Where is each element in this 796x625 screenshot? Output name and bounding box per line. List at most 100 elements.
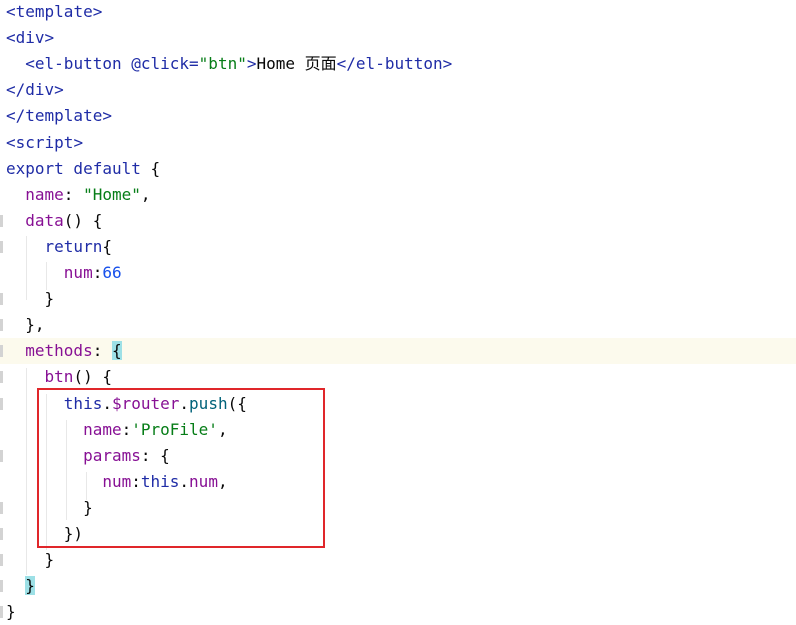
code-text: <template> bbox=[6, 0, 102, 25]
code-token: < bbox=[6, 54, 35, 74]
code-token: params bbox=[83, 445, 141, 465]
code-token: export default bbox=[6, 158, 151, 178]
code-token: this bbox=[63, 393, 103, 413]
indent-guide bbox=[46, 394, 47, 550]
code-token: "btn" bbox=[198, 54, 247, 74]
code-line[interactable]: return{ bbox=[0, 234, 796, 260]
code-token: > bbox=[442, 54, 453, 74]
code-token: . bbox=[179, 393, 190, 413]
code-editor[interactable]: <template> <div> <el-button @click="btn">… bbox=[0, 0, 796, 625]
code-token: > bbox=[102, 106, 112, 126]
code-token: . bbox=[179, 471, 190, 491]
code-text: name:'ProFile', bbox=[6, 417, 228, 443]
code-text: name: "Home", bbox=[6, 182, 150, 208]
code-line[interactable]: <div> bbox=[0, 25, 796, 51]
fold-marker-icon[interactable] bbox=[0, 397, 3, 410]
code-text: btn() { bbox=[6, 364, 112, 390]
code-token: { bbox=[150, 158, 161, 178]
fold-marker-icon[interactable] bbox=[0, 449, 3, 462]
fold-marker-icon[interactable] bbox=[0, 345, 3, 358]
code-token: , bbox=[217, 471, 228, 491]
code-text: }, bbox=[6, 312, 44, 338]
code-line[interactable]: } bbox=[0, 286, 796, 312]
code-token: num bbox=[102, 471, 132, 491]
code-text: }) bbox=[6, 521, 83, 547]
fold-marker-icon[interactable] bbox=[0, 240, 3, 253]
code-line[interactable]: params: { bbox=[0, 443, 796, 469]
code-line[interactable]: methods: { bbox=[0, 338, 796, 365]
fold-marker-icon[interactable] bbox=[0, 528, 3, 540]
indent-guide bbox=[26, 368, 27, 575]
indent-guide bbox=[86, 472, 87, 500]
code-line[interactable]: } bbox=[0, 599, 796, 625]
code-token: num bbox=[63, 263, 93, 282]
fold-marker-icon[interactable] bbox=[0, 606, 3, 619]
fold-marker-icon[interactable] bbox=[0, 371, 3, 384]
code-line[interactable]: this.$router.push({ bbox=[0, 391, 796, 417]
fold-marker-icon[interactable] bbox=[0, 554, 3, 567]
code-token: < bbox=[6, 28, 16, 48]
code-line[interactable]: </template> bbox=[0, 103, 796, 129]
code-token: { bbox=[102, 236, 112, 256]
code-token: { bbox=[111, 341, 122, 361]
code-line[interactable]: <template> bbox=[0, 0, 796, 25]
code-text: } bbox=[6, 495, 93, 521]
code-text: this.$router.push({ bbox=[6, 391, 247, 417]
fold-marker-icon[interactable] bbox=[0, 580, 3, 593]
code-text: methods: { bbox=[6, 338, 122, 364]
fold-marker-icon[interactable] bbox=[0, 319, 3, 332]
code-token: , bbox=[217, 419, 228, 439]
code-token: </ bbox=[6, 80, 26, 100]
code-token: return bbox=[44, 236, 103, 256]
fold-marker-icon[interactable] bbox=[0, 293, 3, 306]
code-token: Home 页面 bbox=[256, 54, 337, 74]
code-token: } bbox=[6, 497, 93, 517]
code-line[interactable]: <el-button @click="btn">Home 页面</el-butt… bbox=[0, 51, 796, 77]
code-line[interactable]: } bbox=[0, 573, 796, 599]
code-token: } bbox=[25, 576, 35, 596]
fold-marker-icon[interactable] bbox=[0, 214, 3, 227]
code-text: data() { bbox=[6, 208, 102, 234]
code-token: : bbox=[121, 419, 132, 439]
code-text: params: { bbox=[6, 443, 170, 469]
code-token: template bbox=[25, 106, 103, 126]
code-token: > bbox=[54, 80, 64, 100]
code-line[interactable]: num:this.num, bbox=[0, 469, 796, 495]
code-token: div bbox=[15, 28, 45, 48]
code-token: }) bbox=[6, 524, 84, 543]
code-line[interactable]: } bbox=[0, 547, 796, 573]
indent-guide bbox=[26, 236, 27, 300]
code-token: push bbox=[189, 393, 228, 413]
code-line[interactable]: }) bbox=[0, 521, 796, 547]
code-line[interactable]: export default { bbox=[0, 156, 796, 182]
code-line[interactable]: name: "Home", bbox=[0, 182, 796, 208]
code-line[interactable]: btn() { bbox=[0, 364, 796, 390]
code-token: : bbox=[131, 471, 141, 491]
code-line[interactable]: name:'ProFile', bbox=[0, 417, 796, 443]
code-line[interactable]: num:66 bbox=[0, 260, 796, 286]
code-token: < bbox=[6, 2, 16, 21]
code-text: num:66 bbox=[6, 260, 122, 286]
code-token: el-button bbox=[34, 54, 122, 74]
code-line[interactable]: data() { bbox=[0, 208, 796, 234]
code-token: > bbox=[44, 28, 55, 48]
code-token: el-button bbox=[355, 54, 443, 74]
code-token: : bbox=[92, 263, 103, 282]
code-line[interactable]: <script> bbox=[0, 130, 796, 156]
code-line[interactable]: } bbox=[0, 495, 796, 521]
code-line[interactable]: }, bbox=[0, 312, 796, 338]
code-text: } bbox=[6, 599, 16, 625]
code-token: name bbox=[83, 419, 122, 439]
code-token: </ bbox=[6, 106, 26, 126]
code-token: : bbox=[92, 341, 112, 361]
code-line[interactable]: </div> bbox=[0, 77, 796, 103]
code-token: } bbox=[6, 550, 55, 570]
code-token: </ bbox=[336, 54, 356, 74]
code-token: () { bbox=[63, 210, 103, 230]
fold-marker-icon[interactable] bbox=[0, 501, 3, 514]
